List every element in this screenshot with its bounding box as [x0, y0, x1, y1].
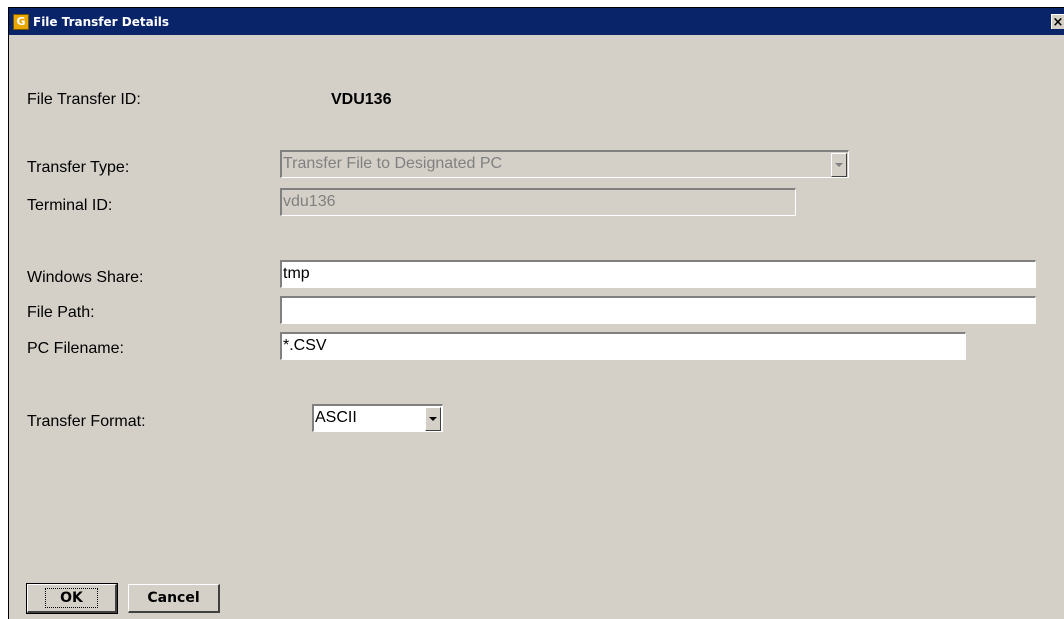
chevron-down-icon[interactable]: [425, 407, 441, 431]
file-path-input[interactable]: [280, 296, 1036, 324]
file-transfer-id-value: VDU136: [331, 91, 392, 108]
file-path-label: File Path:: [27, 304, 95, 321]
close-icon[interactable]: ×: [1051, 14, 1064, 30]
terminal-id-value: vdu136: [283, 193, 336, 210]
file-transfer-dialog: G File Transfer Details × File Transfer …: [8, 7, 1064, 619]
title-bar[interactable]: G File Transfer Details ×: [9, 8, 1064, 35]
windows-share-input[interactable]: tmp: [280, 260, 1036, 288]
cancel-button[interactable]: Cancel: [128, 584, 220, 613]
transfer-type-select[interactable]: Transfer File to Designated PC: [280, 150, 849, 178]
window-title: File Transfer Details: [33, 15, 170, 29]
ok-button-label: OK: [45, 588, 98, 608]
ok-button[interactable]: OK: [26, 583, 118, 614]
pc-filename-label: PC Filename:: [27, 340, 124, 357]
windows-share-label: Windows Share:: [27, 269, 144, 286]
transfer-format-select[interactable]: ASCII: [312, 404, 443, 432]
chevron-down-icon[interactable]: [831, 153, 847, 177]
transfer-format-label: Transfer Format:: [27, 413, 146, 430]
pc-filename-value: *.CSV: [283, 337, 327, 354]
app-g-icon: G: [13, 14, 29, 30]
file-transfer-id-label: File Transfer ID:: [27, 91, 141, 108]
windows-share-value: tmp: [283, 265, 310, 282]
terminal-id-label: Terminal ID:: [27, 197, 113, 214]
transfer-type-value: Transfer File to Designated PC: [283, 155, 503, 172]
pc-filename-input[interactable]: *.CSV: [280, 332, 966, 360]
transfer-type-label: Transfer Type:: [27, 159, 130, 176]
transfer-format-value: ASCII: [315, 409, 357, 426]
terminal-id-field[interactable]: vdu136: [280, 188, 796, 216]
